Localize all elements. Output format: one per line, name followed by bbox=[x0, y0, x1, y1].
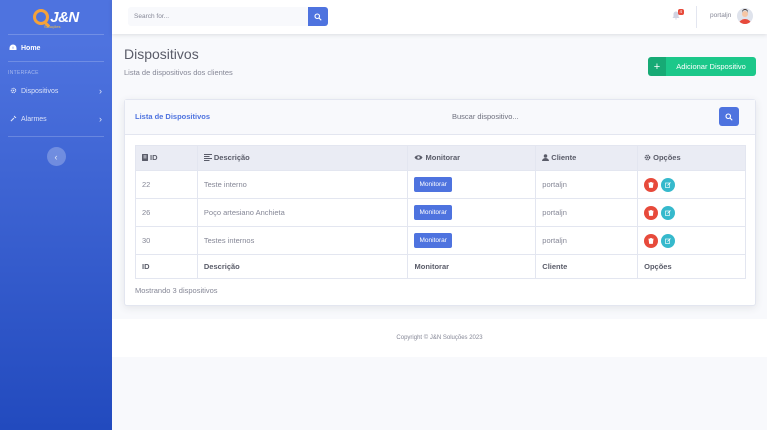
table-header-row: ID Descrição Monitorar Cliente Opções bbox=[135, 145, 746, 171]
topbar: 4 portaljn bbox=[112, 0, 767, 34]
device-search-button[interactable] bbox=[719, 107, 739, 126]
sidebar-item-home[interactable]: Home bbox=[0, 35, 112, 61]
sidebar: J&N Soluções Home INTERFACE Dispositivos… bbox=[0, 0, 112, 430]
cell-monitorar: Monitorar bbox=[407, 170, 537, 199]
alerts-badge: 4 bbox=[678, 9, 684, 15]
trash-icon bbox=[648, 181, 654, 188]
table-row: 30 Testes internos Monitorar portaljn bbox=[135, 226, 746, 255]
footer-column-monitorar: Monitorar bbox=[407, 254, 537, 279]
cell-opcoes bbox=[637, 170, 746, 199]
sidebar-divider bbox=[8, 136, 104, 137]
cell-id: 26 bbox=[135, 198, 198, 227]
chevron-right-icon: › bbox=[99, 114, 102, 124]
copyright-text: Copyright © J&N Soluções 2023 bbox=[396, 335, 483, 341]
delete-button[interactable] bbox=[644, 205, 659, 220]
cell-cliente: portaljn bbox=[535, 226, 639, 255]
topbar-search bbox=[128, 7, 328, 26]
sidebar-divider bbox=[8, 61, 104, 62]
page-subtitle: Lista de dispositivos dos clientes bbox=[124, 68, 233, 77]
column-header-cliente[interactable]: Cliente bbox=[535, 145, 639, 171]
logo-q-icon bbox=[33, 9, 50, 25]
footer-column-descricao: Descrição bbox=[196, 254, 409, 279]
delete-button[interactable] bbox=[644, 233, 659, 248]
sidebar-item-label: Dispositivos bbox=[21, 87, 59, 95]
device-search-input[interactable]: Buscar dispositivo... bbox=[452, 112, 519, 121]
eye-icon bbox=[414, 154, 423, 163]
edit-button[interactable] bbox=[661, 233, 676, 248]
align-left-icon bbox=[203, 154, 212, 163]
user-name[interactable]: portaljn bbox=[710, 12, 731, 19]
cell-cliente: portaljn bbox=[535, 198, 639, 227]
sidebar-toggle-button[interactable]: ‹ bbox=[46, 147, 66, 166]
cell-opcoes bbox=[637, 226, 746, 255]
add-device-button[interactable]: + Adicionar Dispositivo bbox=[648, 57, 756, 76]
edit-icon bbox=[665, 237, 672, 244]
sidebar-heading: INTERFACE bbox=[8, 70, 39, 76]
brand-subtitle: Soluções bbox=[44, 24, 61, 29]
plus-icon: + bbox=[648, 57, 666, 76]
id-card-icon bbox=[142, 154, 148, 163]
sidebar-item-alarmes[interactable]: Alarmes › bbox=[0, 106, 112, 132]
footer-column-opcoes: Opções bbox=[637, 254, 746, 279]
search-input[interactable] bbox=[128, 7, 308, 26]
cell-opcoes bbox=[637, 198, 746, 227]
column-header-descricao[interactable]: Descrição bbox=[196, 145, 409, 171]
page-title: Dispositivos bbox=[124, 46, 199, 62]
wrench-icon bbox=[8, 115, 18, 124]
cell-monitorar: Monitorar bbox=[407, 198, 537, 227]
trash-icon bbox=[648, 209, 654, 216]
footer-column-id: ID bbox=[135, 254, 198, 279]
cell-id: 30 bbox=[135, 226, 198, 255]
add-device-label: Adicionar Dispositivo bbox=[676, 62, 746, 71]
devices-card: Lista de Dispositivos Buscar dispositivo… bbox=[124, 99, 756, 306]
monitor-button[interactable]: Monitorar bbox=[414, 177, 452, 192]
monitor-button[interactable]: Monitorar bbox=[414, 205, 452, 220]
edit-button[interactable] bbox=[661, 177, 676, 192]
cell-cliente: portaljn bbox=[535, 170, 639, 199]
sidebar-item-dispositivos[interactable]: Dispositivos › bbox=[0, 78, 112, 104]
search-icon bbox=[725, 112, 733, 121]
chevron-left-icon: ‹ bbox=[54, 151, 58, 162]
cell-descricao: Poço artesiano Anchieta bbox=[196, 198, 409, 227]
cell-descricao: Testes internos bbox=[196, 226, 409, 255]
delete-button[interactable] bbox=[644, 177, 659, 192]
footer-column-cliente: Cliente bbox=[535, 254, 639, 279]
topbar-divider bbox=[696, 6, 697, 28]
table-row: 22 Teste interno Monitorar portaljn bbox=[135, 170, 746, 199]
sidebar-item-label: Alarmes bbox=[21, 115, 47, 123]
avatar[interactable] bbox=[737, 8, 753, 24]
table-count-info: Mostrando 3 dispositivos bbox=[135, 286, 218, 295]
cell-id: 22 bbox=[135, 170, 198, 199]
sidebar-item-label: Home bbox=[21, 44, 41, 52]
table-row: 26 Poço artesiano Anchieta Monitorar por… bbox=[135, 198, 746, 227]
cell-monitorar: Monitorar bbox=[407, 226, 537, 255]
brand-name: J&N bbox=[50, 8, 79, 26]
cell-descricao: Teste interno bbox=[196, 170, 409, 199]
card-header: Lista de Dispositivos Buscar dispositivo… bbox=[125, 100, 755, 135]
page-footer: Copyright © J&N Soluções 2023 bbox=[112, 319, 767, 357]
edit-button[interactable] bbox=[661, 205, 676, 220]
monitor-button[interactable]: Monitorar bbox=[414, 233, 452, 248]
card-title: Lista de Dispositivos bbox=[135, 112, 211, 121]
search-button[interactable] bbox=[308, 7, 328, 26]
edit-icon bbox=[665, 209, 672, 216]
column-header-monitorar[interactable]: Monitorar bbox=[407, 145, 537, 171]
cog-icon bbox=[644, 154, 651, 163]
column-header-id[interactable]: ID bbox=[135, 145, 198, 171]
trash-icon bbox=[648, 237, 654, 244]
user-icon bbox=[542, 154, 550, 163]
search-icon bbox=[314, 12, 322, 21]
chevron-right-icon: › bbox=[99, 86, 102, 96]
tachometer-icon bbox=[8, 44, 18, 53]
edit-icon bbox=[665, 181, 672, 188]
devices-table: ID Descrição Monitorar Cliente Opções 22 bbox=[135, 145, 746, 279]
table-footer-row: ID Descrição Monitorar Cliente Opções bbox=[135, 254, 746, 279]
gear-icon bbox=[8, 87, 18, 96]
brand-logo[interactable]: J&N Soluções bbox=[0, 0, 112, 34]
column-header-opcoes[interactable]: Opções bbox=[637, 145, 746, 171]
